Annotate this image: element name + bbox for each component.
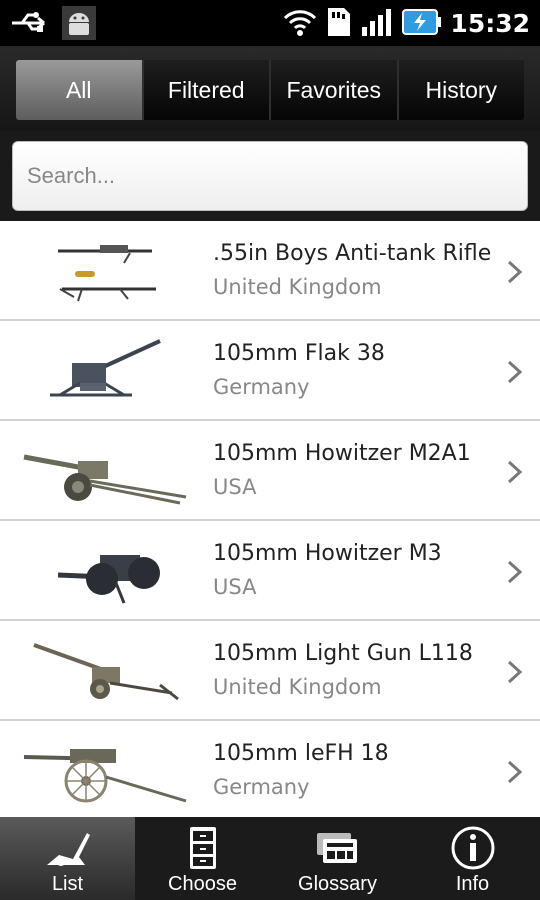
rifle-thumbnail (58, 245, 156, 302)
info-icon (451, 826, 494, 870)
item-country: Germany (213, 375, 310, 399)
field-howitzer-thumbnail (23, 749, 187, 803)
tab-history[interactable]: History (398, 60, 524, 120)
tab-all[interactable]: All (16, 60, 144, 120)
list-item[interactable]: 105mm Howitzer M2A1 USA (0, 421, 540, 521)
item-country: USA (213, 575, 257, 599)
gun-list-icon (46, 833, 90, 866)
flak-gun-thumbnail (50, 339, 161, 397)
item-country: Germany (213, 775, 310, 799)
segmented-tabs: All Filtered Favorites History (16, 60, 524, 120)
item-country: United Kingdom (213, 675, 382, 699)
nav-info[interactable]: Info (405, 817, 540, 900)
glossary-cards-icon (316, 833, 357, 863)
tab-filtered[interactable]: Filtered (143, 60, 271, 120)
nav-list[interactable]: List (0, 817, 135, 900)
tab-favorites[interactable]: Favorites (271, 60, 399, 120)
chevron-right-icon (507, 660, 523, 684)
nav-choose[interactable]: Choose (135, 817, 270, 900)
item-name: 105mm Howitzer M3 (213, 541, 442, 566)
item-name: .55in Boys Anti-tank Rifle (213, 241, 492, 266)
list-item[interactable]: 105mm Howitzer M3 USA (0, 521, 540, 621)
list-item[interactable]: 105mm Light Gun L118 United Kingdom (0, 621, 540, 721)
list-item[interactable]: 105mm Flak 38 Germany (0, 321, 540, 421)
nav-label: Glossary (298, 873, 377, 895)
nav-label: List (51, 873, 84, 895)
usb-icon (10, 8, 50, 42)
tab-bar: All Filtered Favorites History (0, 46, 540, 131)
item-name: 105mm Howitzer M2A1 (213, 441, 471, 466)
status-bar: 15:32 (0, 0, 540, 46)
cabinet-icon (189, 827, 216, 869)
status-time: 15:32 (450, 9, 530, 38)
chevron-right-icon (507, 560, 523, 584)
item-country: United Kingdom (213, 275, 382, 299)
item-name: 105mm Flak 38 (213, 341, 385, 366)
search-bar (0, 131, 540, 221)
light-gun-thumbnail (33, 643, 179, 701)
nav-label: Choose (168, 873, 237, 895)
weapon-list[interactable]: .55in Boys Anti-tank Rifle United Kingdo… (0, 221, 540, 817)
wifi-icon (282, 7, 318, 41)
list-item[interactable]: .55in Boys Anti-tank Rifle United Kingdo… (0, 221, 540, 321)
android-debug-icon (62, 6, 96, 44)
sd-card-icon (326, 6, 352, 42)
chevron-right-icon (507, 260, 523, 284)
battery-charging-icon (402, 7, 442, 41)
nav-label: Info (455, 873, 490, 895)
howitzer-thumbnail (23, 454, 187, 505)
chevron-right-icon (507, 460, 523, 484)
list-item[interactable]: 105mm leFH 18 Germany (0, 721, 540, 817)
bottom-navigation: List Choose Glossary Info (0, 817, 540, 900)
nav-glossary[interactable]: Glossary (270, 817, 405, 900)
item-name: 105mm leFH 18 (213, 741, 389, 766)
howitzer-thumbnail (57, 555, 160, 604)
signal-icon (360, 7, 394, 41)
chevron-right-icon (507, 360, 523, 384)
item-country: USA (213, 475, 257, 499)
item-name: 105mm Light Gun L118 (213, 641, 473, 666)
search-input[interactable] (12, 141, 528, 211)
chevron-right-icon (507, 760, 523, 784)
